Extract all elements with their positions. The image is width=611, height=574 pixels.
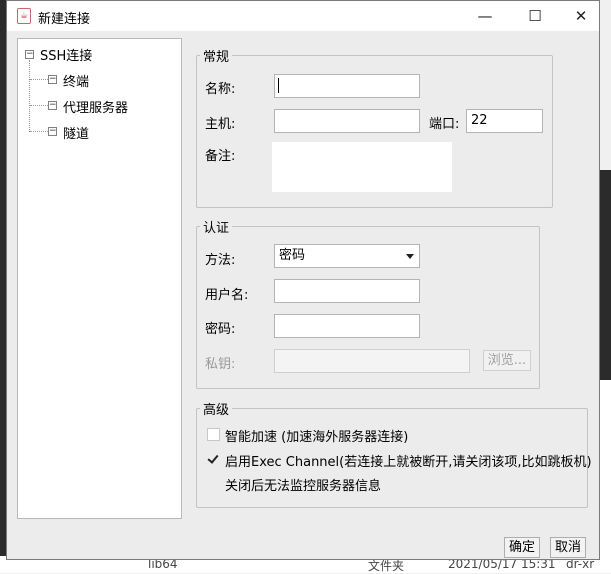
note-textarea[interactable] <box>272 142 452 192</box>
method-label: 方法: <box>205 253 236 268</box>
private-key-label: 私钥: <box>205 357 236 372</box>
auth-method-select[interactable]: 密码 <box>274 244 420 268</box>
leaf-icon: − <box>48 74 57 84</box>
general-legend: 常规 <box>203 50 230 65</box>
username-input[interactable] <box>274 279 420 303</box>
text-caret <box>278 78 279 93</box>
settings-tree: − SSH连接 − 终端 − 代理服务器 − 隧道 <box>17 38 182 519</box>
cancel-button[interactable]: 取消 <box>550 537 586 558</box>
exec-channel-note: 关闭后无法监控服务器信息 <box>225 479 382 494</box>
note-label: 备注: <box>205 149 236 164</box>
tree-connector <box>30 79 48 80</box>
title-bar: ☕ 新建连接 — ☐ ✕ <box>7 1 599 31</box>
background-file-list-strip <box>600 380 611 573</box>
minimize-button[interactable]: — <box>462 1 508 31</box>
java-app-icon: ☕ <box>17 8 31 24</box>
host-input[interactable] <box>274 109 420 133</box>
window-title: 新建连接 <box>38 12 91 27</box>
auth-legend: 认证 <box>203 221 230 236</box>
smart-accel-checkbox[interactable] <box>207 428 220 441</box>
tree-item-terminal[interactable]: 终端 <box>63 71 89 90</box>
password-label: 密码: <box>205 322 236 337</box>
close-button[interactable]: ✕ <box>558 1 604 31</box>
host-label: 主机: <box>205 117 236 132</box>
tree-item-ssh[interactable]: SSH连接 <box>40 45 92 64</box>
port-label: 端口: <box>429 117 460 132</box>
auth-method-value: 密码 <box>279 248 306 263</box>
tree-connector <box>29 60 30 132</box>
ok-button[interactable]: 确定 <box>504 537 540 558</box>
maximize-button[interactable]: ☐ <box>512 1 558 31</box>
dropdown-arrow-icon <box>406 254 414 259</box>
exec-channel-label: 启用Exec Channel(若连接上就被断开,请关闭该项,比如跳板机) <box>225 455 592 470</box>
advanced-legend: 高级 <box>203 403 230 418</box>
private-key-input[interactable] <box>274 349 470 373</box>
smart-accel-label: 智能加速 (加速海外服务器连接) <box>225 430 409 445</box>
collapse-icon[interactable]: − <box>25 50 34 59</box>
password-input[interactable] <box>274 314 420 338</box>
name-label: 名称: <box>205 82 236 97</box>
tree-connector <box>30 105 48 106</box>
exec-channel-checkbox[interactable] <box>207 453 220 466</box>
browse-button[interactable]: 浏览... <box>483 350 531 371</box>
port-input[interactable]: 22 <box>466 109 543 133</box>
username-label: 用户名: <box>205 288 249 303</box>
leaf-icon: − <box>48 100 57 110</box>
name-input[interactable] <box>274 74 420 98</box>
new-connection-dialog: ☕ 新建连接 — ☐ ✕ − SSH连接 − 终端 − 代理服务器 − 隧道 常… <box>6 0 600 560</box>
tree-connector <box>30 131 48 132</box>
leaf-icon: − <box>48 126 57 136</box>
tree-item-proxy[interactable]: 代理服务器 <box>63 97 128 116</box>
tree-item-tunnel[interactable]: 隧道 <box>63 123 89 142</box>
